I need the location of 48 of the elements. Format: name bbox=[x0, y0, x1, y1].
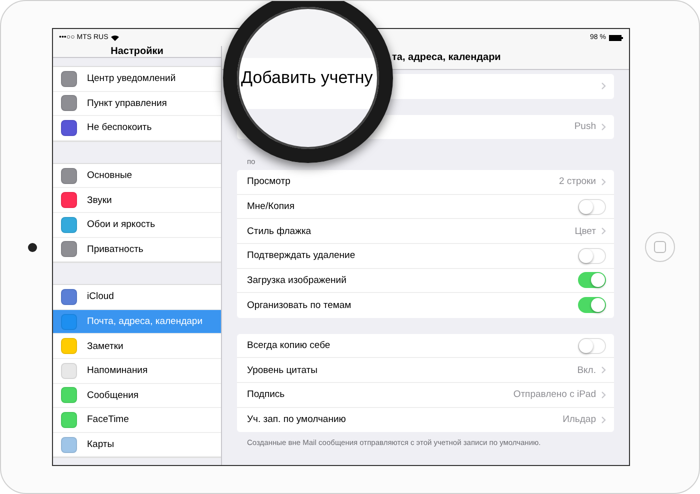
row-value: Отправлено с iPad bbox=[513, 389, 596, 400]
toggle-switch[interactable] bbox=[578, 198, 606, 215]
row-label: Организовать по темам bbox=[247, 300, 352, 311]
settings-row[interactable]: Просмотр 2 строки bbox=[237, 170, 614, 195]
row-label: Мне/Копия bbox=[247, 201, 294, 212]
row-label: Загрузка изображений bbox=[247, 274, 346, 286]
toggle-switch[interactable] bbox=[578, 297, 606, 314]
row-value: Push bbox=[574, 121, 596, 132]
wifi-icon bbox=[111, 34, 120, 40]
sidebar-item[interactable]: Карты bbox=[53, 432, 221, 458]
row-label: Подтверждать удаление bbox=[247, 250, 356, 262]
row-label: Уч. зап. по умолчанию bbox=[247, 414, 346, 426]
camera-icon bbox=[28, 242, 37, 252]
battery-icon bbox=[609, 34, 623, 40]
chevron-icon bbox=[601, 227, 606, 236]
sidebar-item[interactable]: Приватность bbox=[53, 238, 221, 262]
settings-row[interactable]: Организовать по темам bbox=[237, 293, 614, 318]
chevron-icon bbox=[601, 416, 606, 424]
row-value: Ильдар bbox=[562, 414, 596, 426]
settings-row[interactable]: Уровень цитаты Вкл. bbox=[237, 358, 614, 383]
home-button[interactable] bbox=[645, 232, 675, 262]
chevron-icon bbox=[601, 122, 606, 131]
row-label: Всегда копию себе bbox=[247, 340, 330, 352]
sidebar-title: Настройки bbox=[53, 46, 221, 58]
row-value: Цвет bbox=[574, 226, 596, 237]
row-label: Подпись bbox=[247, 389, 285, 400]
row-label: Стиль флажка bbox=[247, 226, 312, 237]
row-value: 2 строки bbox=[558, 176, 596, 188]
settings-row[interactable]: Подпись Отправлено с iPad bbox=[237, 382, 614, 408]
sidebar-item[interactable]: Сообщения bbox=[53, 384, 221, 408]
settings-row[interactable]: Мне/Копия bbox=[237, 194, 614, 220]
settings-row[interactable]: Стиль флажка Цвет bbox=[237, 219, 614, 244]
row-label: Просмотр bbox=[247, 176, 290, 188]
settings-row[interactable]: Загрузка изображений bbox=[237, 268, 614, 294]
chevron-icon bbox=[601, 178, 606, 186]
settings-row[interactable]: Уч. зап. по умолчанию Ильдар bbox=[237, 408, 614, 432]
magnified-text: Добавить учетну bbox=[240, 68, 373, 88]
chevron-icon bbox=[601, 82, 606, 90]
settings-row[interactable]: Подтверждать удаление bbox=[237, 244, 614, 269]
toggle-switch[interactable] bbox=[578, 272, 606, 288]
toggle-switch[interactable] bbox=[578, 338, 606, 354]
row-label: Уровень цитаты bbox=[247, 364, 318, 376]
chevron-icon bbox=[601, 390, 606, 399]
chevron-icon bbox=[601, 366, 606, 374]
toggle-switch[interactable] bbox=[578, 248, 606, 264]
settings-row[interactable]: Всегда копию себе bbox=[237, 334, 614, 358]
sidebar-item[interactable]: Пункт управления bbox=[53, 92, 221, 116]
row-value: Вкл. bbox=[577, 364, 596, 376]
